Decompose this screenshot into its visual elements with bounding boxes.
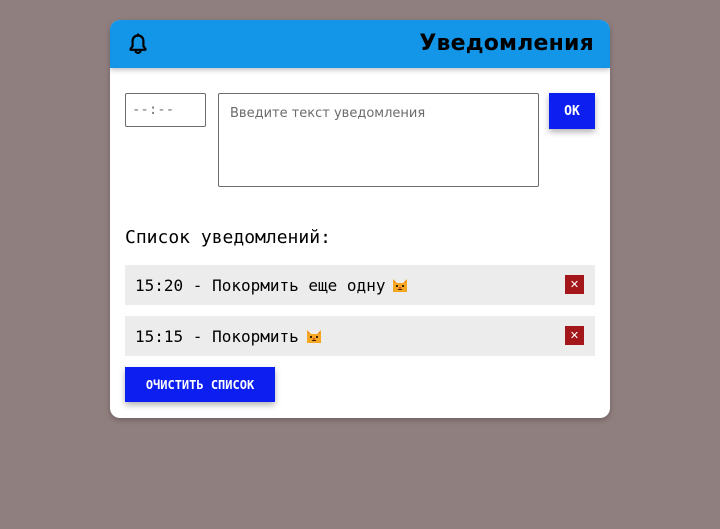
page-title: Уведомления bbox=[419, 31, 594, 56]
time-input[interactable] bbox=[125, 93, 206, 127]
clear-list-button[interactable]: ОЧИСТИТЬ СПИСОК bbox=[125, 367, 275, 402]
list-heading: Список уведомлений: bbox=[125, 227, 331, 248]
list-item-content: 15:15 - Покормить bbox=[135, 316, 323, 358]
list-item: 15:20 - Покормить еще одну ✕ bbox=[125, 265, 595, 305]
bell-icon[interactable] bbox=[126, 32, 150, 56]
notification-text-input[interactable] bbox=[218, 93, 539, 187]
delete-button[interactable]: ✕ bbox=[565, 326, 584, 345]
notifications-card: Уведомления OK Список уведомлений: 15:20… bbox=[110, 20, 610, 418]
notification-list: 15:20 - Покормить еще одну ✕ 15:15 - Пок… bbox=[125, 265, 595, 367]
delete-button[interactable]: ✕ bbox=[565, 275, 584, 294]
ok-button[interactable]: OK bbox=[549, 93, 595, 129]
list-item: 15:15 - Покормить ✕ bbox=[125, 316, 595, 356]
cat-face-icon bbox=[305, 319, 323, 343]
cat-face-icon bbox=[391, 268, 409, 292]
header-bar: Уведомления bbox=[110, 20, 610, 68]
list-item-content: 15:20 - Покормить еще одну bbox=[135, 265, 409, 307]
list-item-text: 15:20 - Покормить еще одну bbox=[135, 276, 386, 295]
list-item-text: 15:15 - Покормить bbox=[135, 327, 299, 346]
